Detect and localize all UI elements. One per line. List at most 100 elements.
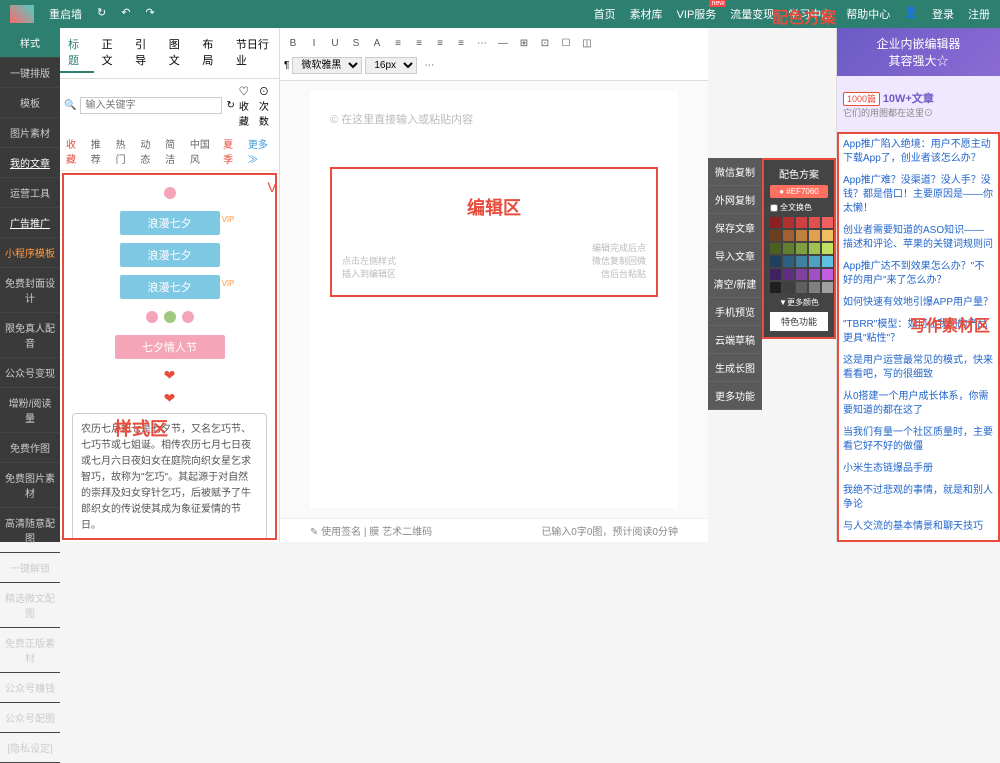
color-swatch[interactable] xyxy=(809,230,820,241)
color-swatch[interactable] xyxy=(822,230,833,241)
article-link[interactable]: 我绝不过悲观的事情，就是和别人争论 xyxy=(843,484,994,512)
sidebar-ads[interactable]: 广告推广 xyxy=(0,208,60,238)
color-swatch[interactable] xyxy=(770,256,781,267)
redo-icon[interactable]: ↷ xyxy=(145,6,154,22)
action-preview[interactable]: 手机预览 xyxy=(708,298,762,326)
style-item-4[interactable]: 七夕情人节 xyxy=(115,335,225,359)
italic-button[interactable]: I xyxy=(305,34,323,52)
article-link[interactable]: 小米生态链爆品手册 xyxy=(843,462,994,476)
color-swatch[interactable] xyxy=(783,256,794,267)
what-you-see-button[interactable]: ⋯ xyxy=(473,34,491,52)
article-link[interactable]: 如何快速有效地引爆APP用户量？ xyxy=(843,296,994,310)
color-checkbox[interactable]: 全文换色 xyxy=(770,202,828,213)
align-left-button[interactable]: ≡ xyxy=(389,34,407,52)
tab-layout[interactable]: 布局 xyxy=(194,33,228,73)
sidebar-images[interactable]: 图片素材 xyxy=(0,118,60,148)
article-link[interactable]: 从0搭建一个用户成长体系，你需要知道的都在这了 xyxy=(843,390,994,418)
fav-filter[interactable]: ♡ 收藏 xyxy=(239,83,255,128)
sidebar-voice[interactable]: 限免真人配音 xyxy=(0,313,60,358)
sidebar-layout[interactable]: 一键排版 xyxy=(0,58,60,88)
bold-button[interactable]: B xyxy=(284,34,302,52)
align-center-button[interactable]: ≡ xyxy=(410,34,428,52)
article-link[interactable]: 与人交流的基本情景和聊天技巧 xyxy=(843,520,994,534)
filter-fav[interactable]: 收藏 xyxy=(66,136,83,166)
nav-help[interactable]: 帮助中心 xyxy=(846,6,890,22)
sidebar-earn[interactable]: 公众号赚钱 xyxy=(0,673,60,703)
sidebar-monetize[interactable]: 公众号变现 xyxy=(0,358,60,388)
action-draft[interactable]: 云端草稿 xyxy=(708,326,762,354)
search-input[interactable] xyxy=(80,97,222,114)
logo[interactable] xyxy=(10,5,34,23)
layout-button[interactable]: ◫ xyxy=(578,34,596,52)
color-swatch[interactable] xyxy=(809,282,820,293)
color-button[interactable]: A xyxy=(368,34,386,52)
size-select[interactable]: 16px xyxy=(365,57,417,74)
color-swatch[interactable] xyxy=(783,217,794,228)
nav-register[interactable]: 注册 xyxy=(968,6,990,22)
color-swatch[interactable] xyxy=(796,256,807,267)
color-swatch[interactable] xyxy=(809,217,820,228)
sidebar-miniapp[interactable]: 小程序模板 xyxy=(0,238,60,268)
color-swatch[interactable] xyxy=(822,269,833,280)
color-swatch[interactable] xyxy=(822,256,833,267)
filter-more[interactable]: 更多≫ xyxy=(248,136,273,166)
article-link[interactable]: App推广陷入绝境：用户不愿主动下载App了，创业者该怎么办？ xyxy=(843,138,994,166)
sidebar-privacy[interactable]: [隐私设定] xyxy=(0,733,60,763)
image-button[interactable]: ⊡ xyxy=(536,34,554,52)
sidebar-wximg[interactable]: 公众号配图 xyxy=(0,703,60,733)
sidebar-style[interactable]: 样式 xyxy=(0,28,60,58)
color-swatch[interactable] xyxy=(783,230,794,241)
tab-body[interactable]: 正文 xyxy=(94,33,128,73)
color-swatch[interactable] xyxy=(796,217,807,228)
hr-button[interactable]: — xyxy=(494,34,512,52)
color-swatch[interactable] xyxy=(770,217,781,228)
color-swatch[interactable] xyxy=(770,282,781,293)
align-justify-button[interactable]: ≡ xyxy=(452,34,470,52)
article-link[interactable]: 这是用户运营最常见的模式，快来看看吧，写的很细致 xyxy=(843,354,994,382)
nav-vip[interactable]: VIP服务new xyxy=(677,6,717,22)
article-link[interactable]: 当我们有量一个社区质量时，主要看它好不好的做僵 xyxy=(843,426,994,454)
user-icon[interactable]: 👤 xyxy=(904,6,918,22)
action-more[interactable]: 更多功能 xyxy=(708,382,762,410)
video-button[interactable]: ☐ xyxy=(557,34,575,52)
tab-imgtext[interactable]: 图文 xyxy=(161,33,195,73)
filter-summer[interactable]: 夏季 xyxy=(223,136,240,166)
color-swatch[interactable] xyxy=(822,282,833,293)
color-swatch[interactable] xyxy=(796,269,807,280)
color-swatch[interactable] xyxy=(796,282,807,293)
nav-home[interactable]: 首页 xyxy=(594,6,616,22)
style-item-2[interactable]: 浪漫七夕 xyxy=(120,243,220,267)
footer-signature[interactable]: ✎ 使用签名 | 膜 艺术二维码 xyxy=(310,523,432,538)
underline-button[interactable]: U xyxy=(326,34,344,52)
more-colors-button[interactable]: ▼更多颜色 xyxy=(770,297,828,308)
tab-guide[interactable]: 引导 xyxy=(127,33,161,73)
action-wxcopy[interactable]: 微信复制 xyxy=(708,158,762,186)
more-button[interactable]: ⋯ xyxy=(420,56,438,74)
sidebar-unlock[interactable]: 一键解锁 xyxy=(0,553,60,583)
action-import[interactable]: 导入文章 xyxy=(708,242,762,270)
edit-zone[interactable]: 编辑区 点击左侧样式 插入到编辑区 编辑完成后点 微信复制回微 信后台粘贴 xyxy=(330,167,658,297)
sidebar-draw[interactable]: 免费作图 xyxy=(0,433,60,463)
color-swatch[interactable] xyxy=(822,217,833,228)
color-swatch[interactable] xyxy=(809,269,820,280)
strike-button[interactable]: S xyxy=(347,34,365,52)
recent-filter[interactable]: ⊙ 次数 xyxy=(259,83,275,128)
action-clear[interactable]: 清空/新建 xyxy=(708,270,762,298)
promo-banner-2[interactable]: 1000篇 10W+文章 它们的用图都在这里⊙ xyxy=(837,76,1000,132)
style-text-item[interactable]: 农历七月初七是七夕节，又名乞巧节、七巧节或七姐诞。相传农历七月七日夜或七月六日夜… xyxy=(72,413,267,540)
color-swatch[interactable] xyxy=(796,243,807,254)
sidebar-cover[interactable]: 免费封面设计 xyxy=(0,268,60,313)
article-link[interactable]: 创业者需要知道的ASO知识——描述和评论、苹果的关键词规则问 xyxy=(843,224,994,252)
color-swatch[interactable] xyxy=(809,243,820,254)
format-icon[interactable]: ¶ xyxy=(284,60,289,71)
refresh-icon[interactable]: ↻ xyxy=(226,100,234,111)
color-swatch[interactable] xyxy=(770,269,781,280)
filter-cn[interactable]: 中国风 xyxy=(190,136,215,166)
special-fn-button[interactable]: 特色功能 xyxy=(770,312,828,331)
nav-materials[interactable]: 素材库 xyxy=(630,6,663,22)
article-link[interactable]: App推广达不到效果怎么办？"不好的用户"来了怎么办？ xyxy=(843,260,994,288)
color-hex[interactable]: ● #EF7060 xyxy=(770,185,828,198)
sidebar-licensed[interactable]: 免费正版素材 xyxy=(0,628,60,673)
color-swatch[interactable] xyxy=(783,282,794,293)
article-link[interactable]: App推广难？没渠道？没人手？没钱？都是借口！主要原因是——你太懒！ xyxy=(843,174,994,216)
